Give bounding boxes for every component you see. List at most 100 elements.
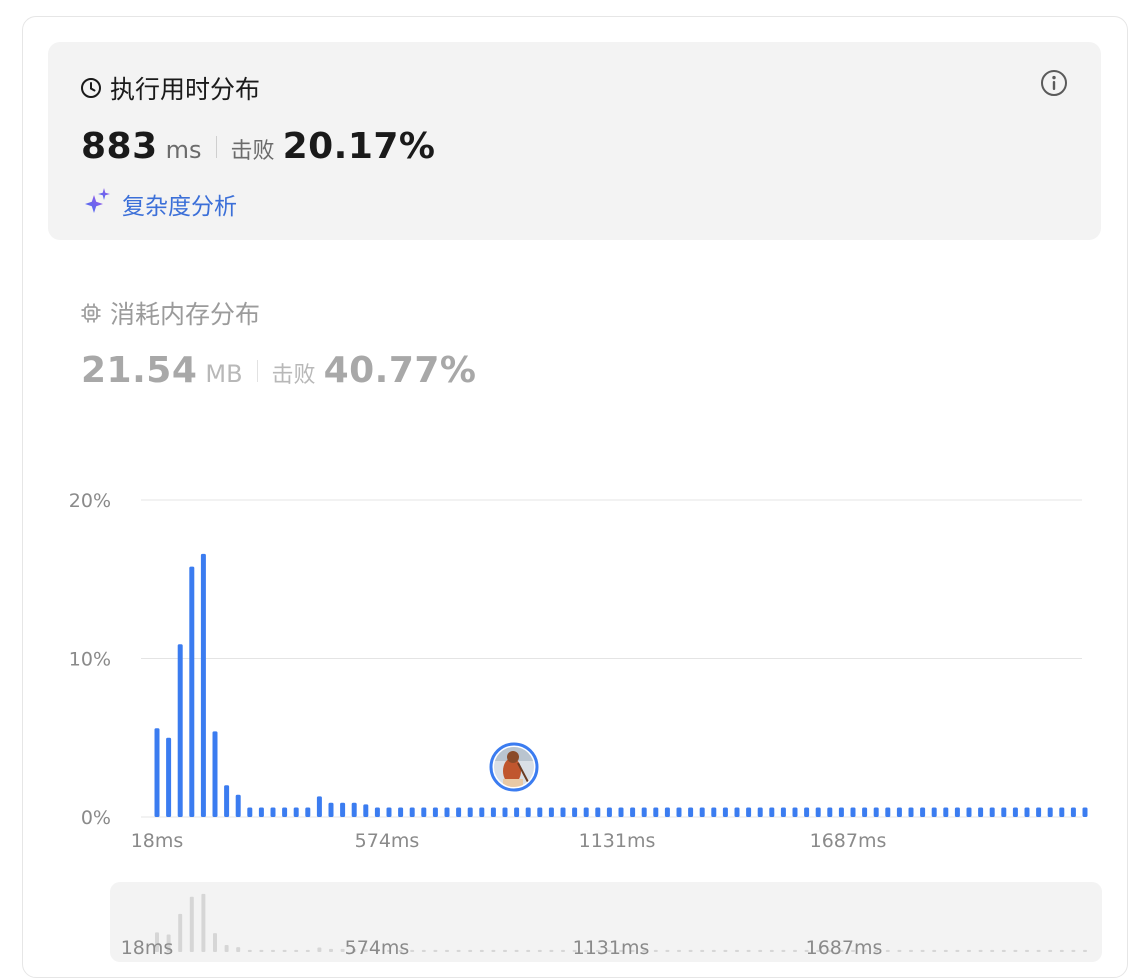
bar[interactable] bbox=[862, 807, 868, 817]
overview-bar bbox=[201, 893, 206, 952]
bar[interactable] bbox=[235, 794, 241, 817]
avatar-marker[interactable] bbox=[489, 742, 539, 792]
bar[interactable] bbox=[282, 807, 288, 817]
bar[interactable] bbox=[734, 807, 740, 817]
overview-x-tick-label: 1131ms bbox=[573, 937, 650, 959]
overview-bar bbox=[700, 949, 705, 952]
bar[interactable] bbox=[954, 807, 960, 817]
bar[interactable] bbox=[1047, 807, 1053, 817]
bar[interactable] bbox=[653, 807, 659, 817]
bar[interactable] bbox=[792, 807, 798, 817]
y-tick-label: 10% bbox=[69, 649, 111, 671]
bar[interactable] bbox=[583, 807, 589, 817]
overview-chart[interactable]: 18ms 574ms 1131ms 1687ms bbox=[110, 882, 1102, 962]
bar[interactable] bbox=[641, 807, 647, 817]
chart-range-overview[interactable]: 18ms 574ms 1131ms 1687ms bbox=[110, 882, 1102, 962]
bar[interactable] bbox=[177, 644, 183, 817]
bar[interactable] bbox=[247, 807, 253, 817]
bar[interactable] bbox=[769, 807, 775, 817]
bar[interactable] bbox=[456, 807, 462, 817]
bar[interactable] bbox=[293, 807, 299, 817]
bar[interactable] bbox=[421, 807, 427, 817]
bar[interactable] bbox=[746, 807, 752, 817]
bar[interactable] bbox=[989, 807, 995, 817]
bar[interactable] bbox=[224, 785, 230, 817]
bar[interactable] bbox=[815, 807, 821, 817]
bar[interactable] bbox=[630, 807, 636, 817]
bar[interactable] bbox=[931, 807, 937, 817]
overview-bar bbox=[282, 949, 287, 952]
bar[interactable] bbox=[664, 807, 670, 817]
bar[interactable] bbox=[1036, 807, 1042, 817]
bar[interactable] bbox=[166, 737, 172, 817]
bar[interactable] bbox=[363, 804, 369, 817]
bar[interactable] bbox=[189, 566, 195, 817]
bar[interactable] bbox=[618, 807, 624, 817]
overview-bar bbox=[1036, 949, 1041, 952]
bar[interactable] bbox=[873, 807, 879, 817]
bar[interactable] bbox=[676, 807, 682, 817]
x-tick-label: 1131ms bbox=[579, 830, 656, 852]
bar[interactable] bbox=[200, 553, 206, 817]
bar[interactable] bbox=[885, 807, 891, 817]
runtime-distribution-chart[interactable]: 20% 10% 0% 18ms 574ms 1131ms 1687ms bbox=[0, 0, 1138, 880]
bar[interactable] bbox=[606, 807, 612, 817]
bar[interactable] bbox=[850, 807, 856, 817]
bar[interactable] bbox=[780, 807, 786, 817]
bar[interactable] bbox=[525, 807, 531, 817]
bar[interactable] bbox=[270, 807, 276, 817]
bar[interactable] bbox=[432, 807, 438, 817]
bar[interactable] bbox=[943, 807, 949, 817]
bar[interactable] bbox=[908, 807, 914, 817]
bar[interactable] bbox=[374, 807, 380, 817]
bar[interactable] bbox=[514, 807, 520, 817]
bar[interactable] bbox=[316, 796, 322, 817]
bar[interactable] bbox=[722, 807, 728, 817]
bar[interactable] bbox=[966, 807, 972, 817]
bar[interactable] bbox=[838, 807, 844, 817]
bar[interactable] bbox=[827, 807, 833, 817]
overview-bar bbox=[967, 949, 971, 952]
bar[interactable] bbox=[978, 807, 984, 817]
bar[interactable] bbox=[1012, 807, 1018, 817]
bar-series[interactable] bbox=[154, 553, 1088, 817]
bar[interactable] bbox=[467, 807, 473, 817]
bar[interactable] bbox=[804, 807, 810, 817]
bar[interactable] bbox=[212, 731, 218, 817]
bar[interactable] bbox=[490, 807, 496, 817]
bar[interactable] bbox=[572, 807, 578, 817]
bar[interactable] bbox=[560, 807, 566, 817]
overview-bar bbox=[421, 949, 426, 952]
overview-bar bbox=[677, 949, 681, 952]
bar[interactable] bbox=[1024, 807, 1030, 817]
bar[interactable] bbox=[699, 807, 705, 817]
bar[interactable] bbox=[409, 807, 415, 817]
bar[interactable] bbox=[1059, 807, 1065, 817]
bar[interactable] bbox=[548, 807, 554, 817]
bar[interactable] bbox=[1070, 807, 1076, 817]
bar[interactable] bbox=[502, 807, 508, 817]
overview-bar bbox=[1059, 949, 1064, 952]
bar[interactable] bbox=[351, 802, 357, 817]
overview-bar bbox=[549, 949, 554, 952]
bar[interactable] bbox=[896, 807, 902, 817]
bar[interactable] bbox=[444, 807, 450, 817]
bar[interactable] bbox=[328, 802, 334, 817]
bar[interactable] bbox=[1001, 807, 1007, 817]
bar[interactable] bbox=[595, 807, 601, 817]
bar[interactable] bbox=[1082, 807, 1088, 817]
bar[interactable] bbox=[386, 807, 392, 817]
bar[interactable] bbox=[305, 807, 311, 817]
bar[interactable] bbox=[920, 807, 926, 817]
overview-bar bbox=[468, 949, 473, 952]
bar[interactable] bbox=[258, 807, 264, 817]
overview-bar bbox=[410, 949, 415, 952]
bar[interactable] bbox=[340, 802, 346, 817]
bar[interactable] bbox=[711, 807, 717, 817]
bar[interactable] bbox=[479, 807, 485, 817]
bar[interactable] bbox=[757, 807, 763, 817]
bar[interactable] bbox=[154, 728, 160, 817]
bar[interactable] bbox=[398, 807, 404, 817]
bar[interactable] bbox=[537, 807, 543, 817]
bar[interactable] bbox=[688, 807, 694, 817]
